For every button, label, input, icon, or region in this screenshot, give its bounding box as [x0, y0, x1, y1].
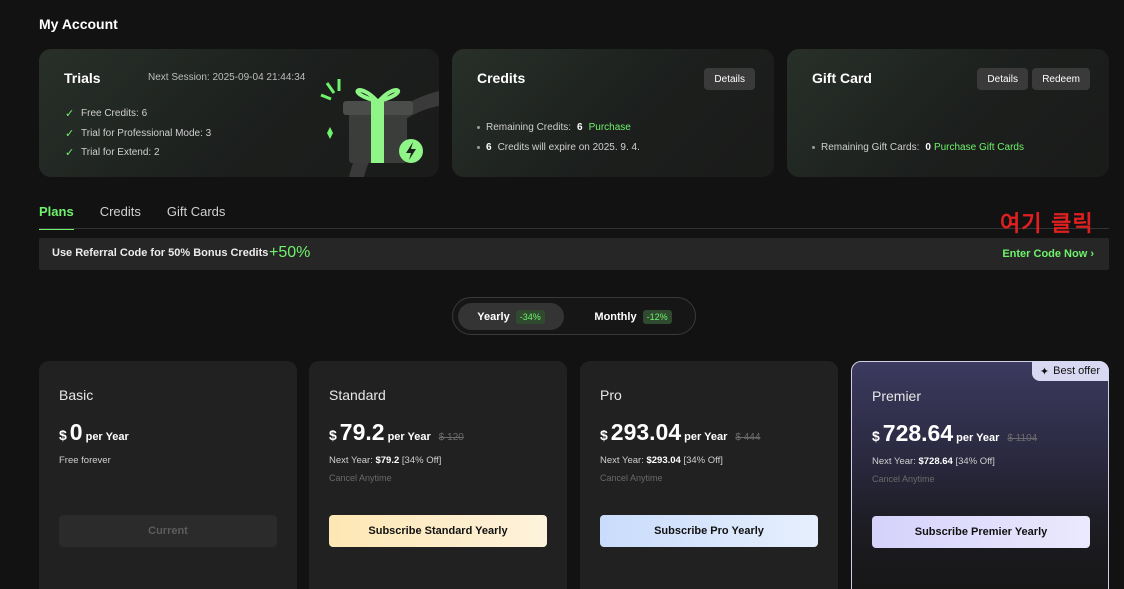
- bullet: [477, 126, 480, 129]
- plan-name: Standard: [329, 387, 386, 403]
- bullet: [477, 146, 480, 149]
- monthly-option[interactable]: Monthly -12%: [583, 303, 683, 330]
- plan-name: Pro: [600, 387, 622, 403]
- best-offer-badge: ✦ Best offer: [1031, 361, 1109, 381]
- trial-list: ✓ Free Credits: 6 ✓ Trial for Professional…: [65, 104, 211, 163]
- subscribe-pro-button[interactable]: Subscribe Pro Yearly: [600, 515, 818, 547]
- plan-note: Free forever: [59, 455, 111, 466]
- price-row: $ 728.64 per Year $ 1104: [872, 420, 1038, 446]
- referral-bonus: +50%: [269, 244, 311, 261]
- enter-code-link[interactable]: Enter Code Now ›: [1002, 248, 1094, 260]
- tab-plans[interactable]: Plans: [39, 204, 74, 230]
- check-icon: ✓: [65, 127, 75, 140]
- credits-title: Credits: [477, 70, 526, 86]
- gift-card-title: Gift Card: [812, 70, 872, 86]
- next-year-note: Next Year: $293.04 [34% Off]: [600, 455, 723, 466]
- yearly-option[interactable]: Yearly -34%: [458, 303, 564, 330]
- plan-tabs: Plans Credits Gift Cards: [39, 204, 225, 230]
- trial-item: ✓ Free Credits: 6: [65, 108, 148, 121]
- plan-price: 728.64: [882, 420, 954, 446]
- referral-text: Use Referral Code for 50% Bonus Credits: [52, 247, 269, 259]
- check-icon: ✓: [65, 108, 75, 121]
- trials-title: Trials: [64, 70, 101, 86]
- annotation-text: 여기 클릭: [1000, 212, 1094, 237]
- price-row: $ 79.2 per Year $ 120: [329, 419, 464, 445]
- tab-gift-cards[interactable]: Gift Cards: [167, 204, 226, 230]
- page-title: My Account: [39, 16, 118, 32]
- plan-price: 293.04: [610, 419, 682, 445]
- remaining-credits-line: Remaining Credits: 6 Purchase: [477, 122, 631, 133]
- plan-card-standard: Standard $ 79.2 per Year $ 120 Next Year…: [309, 361, 567, 589]
- credits-card: Credits Details Remaining Credits: 6 Pur…: [452, 49, 774, 177]
- plan-name: Basic: [59, 387, 94, 403]
- credits-expire-line: 6 Credits will expire on 2025. 9. 4.: [477, 142, 640, 153]
- next-session-text: Next Session: 2025-09-04 21:44:34: [148, 72, 306, 83]
- yearly-discount-badge: -34%: [515, 309, 545, 324]
- purchase-credits-link[interactable]: Purchase: [589, 122, 631, 133]
- tabs-divider: [39, 228, 1109, 229]
- plan-price: 0: [69, 419, 83, 445]
- old-price: $ 444: [735, 432, 761, 443]
- trial-item: ✓ Trial for Professional Mode: 3: [65, 127, 212, 140]
- gift-card-card: Gift Card Details Redeem Remaining Gift …: [787, 49, 1109, 177]
- remaining-gift-cards-value: 0: [925, 142, 931, 153]
- credits-details-button[interactable]: Details: [704, 68, 755, 90]
- plan-card-pro: Pro $ 293.04 per Year $ 444 Next Year: $…: [580, 361, 838, 589]
- referral-bar: Use Referral Code for 50% Bonus Credits …: [39, 238, 1109, 270]
- remaining-credits-value: 6: [577, 122, 583, 133]
- plan-card-basic: Basic $ 0 per Year Free forever Current: [39, 361, 297, 589]
- gift-details-button[interactable]: Details: [977, 68, 1028, 90]
- redeem-button[interactable]: Redeem: [1032, 68, 1090, 90]
- next-year-note: Next Year: $728.64 [34% Off]: [872, 456, 995, 467]
- billing-toggle: Yearly -34% Monthly -12%: [452, 297, 696, 335]
- price-row: $ 293.04 per Year $ 444: [600, 419, 761, 445]
- sparkle-icon: ✦: [1039, 365, 1050, 378]
- subscribe-premier-button[interactable]: Subscribe Premier Yearly: [872, 516, 1090, 548]
- current-plan-button[interactable]: Current: [59, 515, 277, 547]
- plan-name: Premier: [872, 388, 922, 404]
- purchase-gift-cards-link[interactable]: Purchase Gift Cards: [934, 142, 1024, 153]
- cancel-note: Cancel Anytime: [600, 473, 663, 483]
- plan-card-premier: ✦ Best offer Premier $ 728.64 per Year $…: [851, 361, 1109, 589]
- trials-card: Trials Next Session: 2025-09-04 21:44:34…: [39, 49, 439, 177]
- remaining-gift-cards-line: Remaining Gift Cards: 0 Purchase Gift Ca…: [812, 142, 1024, 153]
- plan-price: 79.2: [339, 419, 385, 445]
- old-price: $ 1104: [1007, 433, 1038, 444]
- trial-item: ✓ Trial for Extend: 2: [65, 147, 160, 160]
- price-row: $ 0 per Year: [59, 419, 129, 445]
- cancel-note: Cancel Anytime: [329, 473, 392, 483]
- bullet: [812, 146, 815, 149]
- expire-count: 6: [486, 142, 492, 153]
- cancel-note: Cancel Anytime: [872, 474, 935, 484]
- tab-credits[interactable]: Credits: [100, 204, 141, 230]
- old-price: $ 120: [438, 432, 464, 443]
- gift-box-icon: [320, 79, 439, 177]
- monthly-discount-badge: -12%: [642, 309, 672, 324]
- check-icon: ✓: [65, 147, 75, 160]
- next-year-note: Next Year: $79.2 [34% Off]: [329, 455, 442, 466]
- subscribe-standard-button[interactable]: Subscribe Standard Yearly: [329, 515, 547, 547]
